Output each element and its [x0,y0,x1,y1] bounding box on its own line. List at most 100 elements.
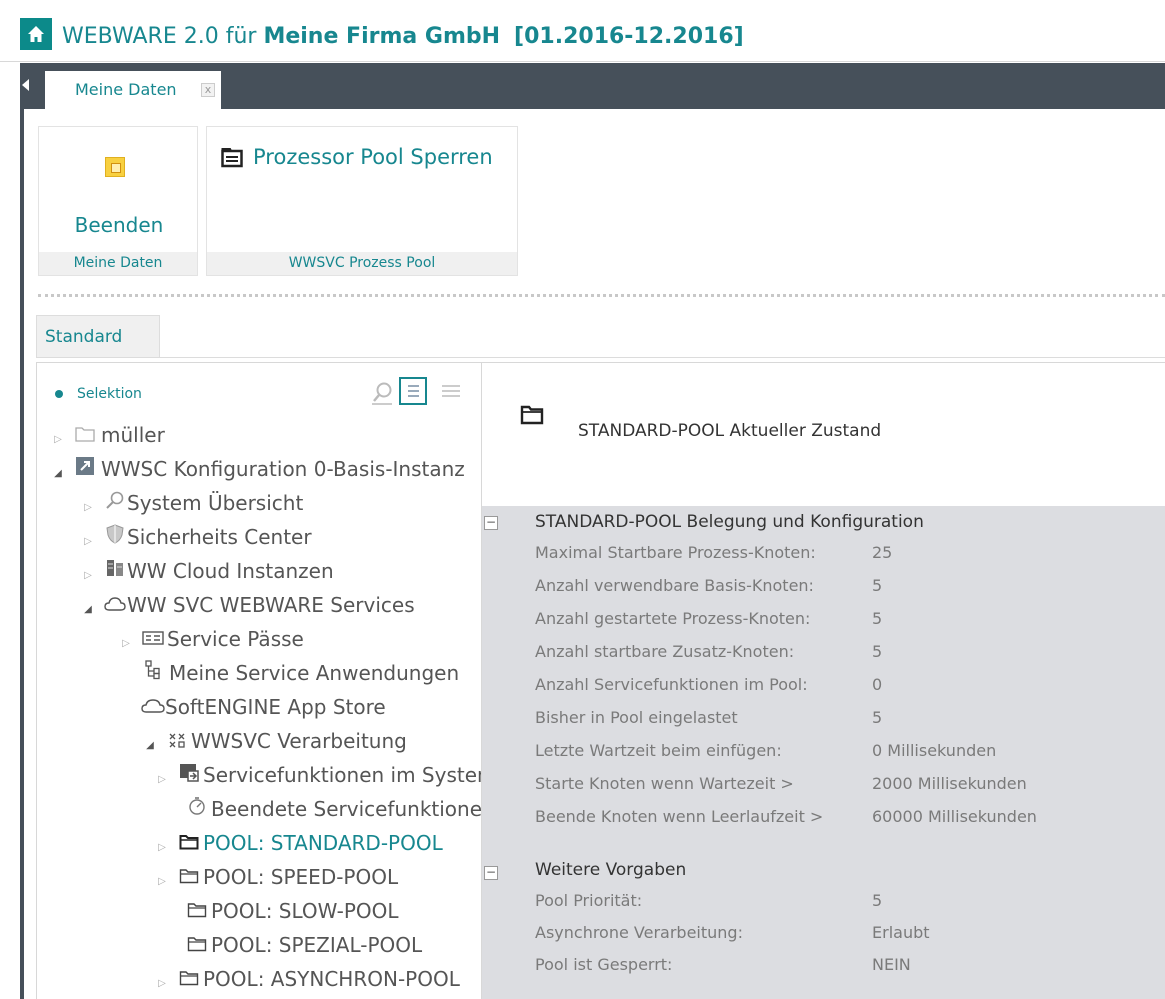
tree-item-servicefunktionen-im-system[interactable]: ▷ Servicefunktionen im System [155,758,481,792]
ribbon-group-label: Meine Daten [39,252,197,275]
menu-icon[interactable] [441,383,461,399]
detail-header: STANDARD-POOL Aktueller Zustand [482,362,1165,506]
ribbon-group-meine-daten: Beenden Meine Daten [38,126,198,276]
tree-item-beendete-servicefunktionen[interactable]: Beendete Servicefunktionen [177,792,482,826]
tree-item-wwsc-konfiguration[interactable]: ◢ WWSC Konfiguration 0-Basis-Instanz [51,452,465,486]
property-value: 5 [872,609,883,628]
tree-item-label: Beendete Servicefunktionen [211,797,482,821]
property-value: 2000 Millisekunden [872,774,1027,793]
ribbon-divider [38,294,1165,297]
property-label: Beende Knoten wenn Leerlaufzeit > [535,807,824,826]
card-icon [141,622,165,656]
tab-meine-daten[interactable]: Meine Daten x [45,71,221,109]
document-tab-strip: Meine Daten x [20,63,1165,109]
tab-label: Meine Daten [75,80,177,99]
tab-scroll-left-icon[interactable] [22,79,29,91]
magnifier-icon [103,486,127,520]
property-label: Anzahl verwendbare Basis-Knoten: [535,576,814,595]
property-value: 5 [872,576,883,595]
property-value: 0 Millisekunden [872,741,997,760]
cloud-icon [141,690,165,724]
left-border [20,109,24,999]
tree-item-sicherheits-center[interactable]: ▷ Sicherheits Center [81,520,312,554]
section-title-weitere-vorgaben: Weitere Vorgaben [535,860,687,880]
tree-item-label: Service Pässe [167,627,304,651]
tree-header: Selektion [37,363,481,423]
config-icon [73,452,97,486]
selection-tree-panel: Selektion ▷ müller ◢ WWSC Konfiguration 0-… [36,362,482,999]
expand-arrow-icon[interactable]: ▷ [155,967,169,999]
tree-item-label: POOL: SLOW-POOL [211,899,399,923]
tree-item-wwsvc-verarbeitung[interactable]: ◢ WWSVC Verarbeitung [143,724,407,758]
property-label: Anzahl Servicefunktionen im Pool: [535,675,808,694]
tree-item-meine-service-anwendungen[interactable]: Meine Service Anwendungen [133,656,459,690]
property-value: 0 [872,675,883,694]
prozessor-pool-sperren-label: Prozessor Pool Sperren [253,145,493,169]
ribbon-group-label: WWSVC Prozess Pool [207,252,517,275]
ribbon-group-prozess-pool: Prozessor Pool Sperren WWSVC Prozess Poo… [206,126,518,276]
tree-item-label: Meine Service Anwendungen [169,661,460,685]
tree-item-label: POOL: SPEZIAL-POOL [211,933,423,957]
tree-item-softengine-app-store[interactable]: SoftENGINE App Store [133,690,386,724]
tab-standard[interactable]: Standard [36,315,160,357]
search-icon[interactable] [371,381,393,405]
section-title-belegung: STANDARD-POOL Belegung und Konfiguration [535,512,924,532]
property-value: Erlaubt [872,923,930,942]
tree-item-label: POOL: SPEED-POOL [203,865,399,889]
tree-item-label: POOL: STANDARD-POOL [203,831,443,855]
prozessor-pool-sperren-button[interactable]: Prozessor Pool Sperren [221,145,493,169]
tree-item-ww-svc-webware-services[interactable]: ◢ WW SVC WEBWARE Services [81,588,415,622]
home-button[interactable] [20,18,52,50]
tree-item-label: POOL: ASYNCHRON-POOL [203,967,460,991]
property-label: Anzahl gestartete Prozess-Knoten: [535,609,811,628]
tree-item-pool-asynchron[interactable]: ▷ POOL: ASYNCHRON-POOL [155,962,460,996]
property-label: Pool ist Gesperrt: [535,955,673,974]
list-view-icon[interactable] [399,377,427,405]
window-title: WEBWARE 2.0 für Meine Firma GmbH [01.201… [62,24,744,49]
list-box-icon [221,148,243,168]
tab-close-button[interactable]: x [201,83,215,97]
property-value: 5 [872,708,883,727]
exit-icon [105,157,125,177]
collapse-arrow-icon[interactable]: ◢ [51,457,65,491]
cloud-servers-icon [103,554,127,588]
home-icon [28,26,44,42]
tab-underline [36,357,1165,358]
property-value: 5 [872,642,883,661]
title-bar: WEBWARE 2.0 für Meine Firma GmbH [01.201… [0,0,1165,62]
tree-item-system-uebersicht[interactable]: ▷ System Übersicht [81,486,303,520]
folder-icon [177,962,201,996]
tree-item-label: WW SVC WEBWARE Services [127,593,415,617]
expand-arrow-icon[interactable]: ▷ [155,865,169,899]
tree-item-pool-spezial[interactable]: POOL: SPEZIAL-POOL [177,928,422,962]
property-value: 60000 Millisekunden [872,807,1037,826]
beenden-button[interactable]: Beenden [39,127,199,252]
selection-label: Selektion [77,386,142,402]
selection-dot-icon [55,390,63,398]
stopwatch-icon [185,792,209,826]
tree-item-service-paesse[interactable]: ▷ Service Pässe [119,622,304,656]
section-collapse-button[interactable]: − [484,516,498,530]
folder-icon [73,418,97,452]
collapse-arrow-icon[interactable]: ◢ [81,593,95,627]
hierarchy-icon [141,656,165,690]
screen-icon [177,758,201,792]
property-label: Pool Priorität: [535,891,643,910]
expand-arrow-icon[interactable]: ▷ [119,627,133,661]
property-label: Starte Knoten wenn Wartezeit > [535,774,794,793]
tree-item-label: System Übersicht [127,491,304,515]
tree-item-ww-cloud-instanzen[interactable]: ▷ WW Cloud Instanzen [81,554,334,588]
tree-item-pool-slow[interactable]: POOL: SLOW-POOL [177,894,399,928]
tree-item-mueller[interactable]: ▷ müller [51,418,165,452]
folder-icon [177,826,201,860]
property-value: 5 [872,891,883,910]
tree-item-pool-speed[interactable]: ▷ POOL: SPEED-POOL [155,860,398,894]
property-label: Maximal Startbare Prozess-Knoten: [535,543,816,562]
section-collapse-button[interactable]: − [484,866,498,880]
property-label: Letzte Wartzeit beim einfügen: [535,741,782,760]
expand-arrow-icon[interactable]: ▷ [155,763,169,797]
tree-item-label: müller [101,423,165,447]
tree-item-pool-standard[interactable]: ▷ POOL: STANDARD-POOL [155,826,443,860]
folder-icon [185,894,209,928]
tree-item-label: WW Cloud Instanzen [127,559,334,583]
